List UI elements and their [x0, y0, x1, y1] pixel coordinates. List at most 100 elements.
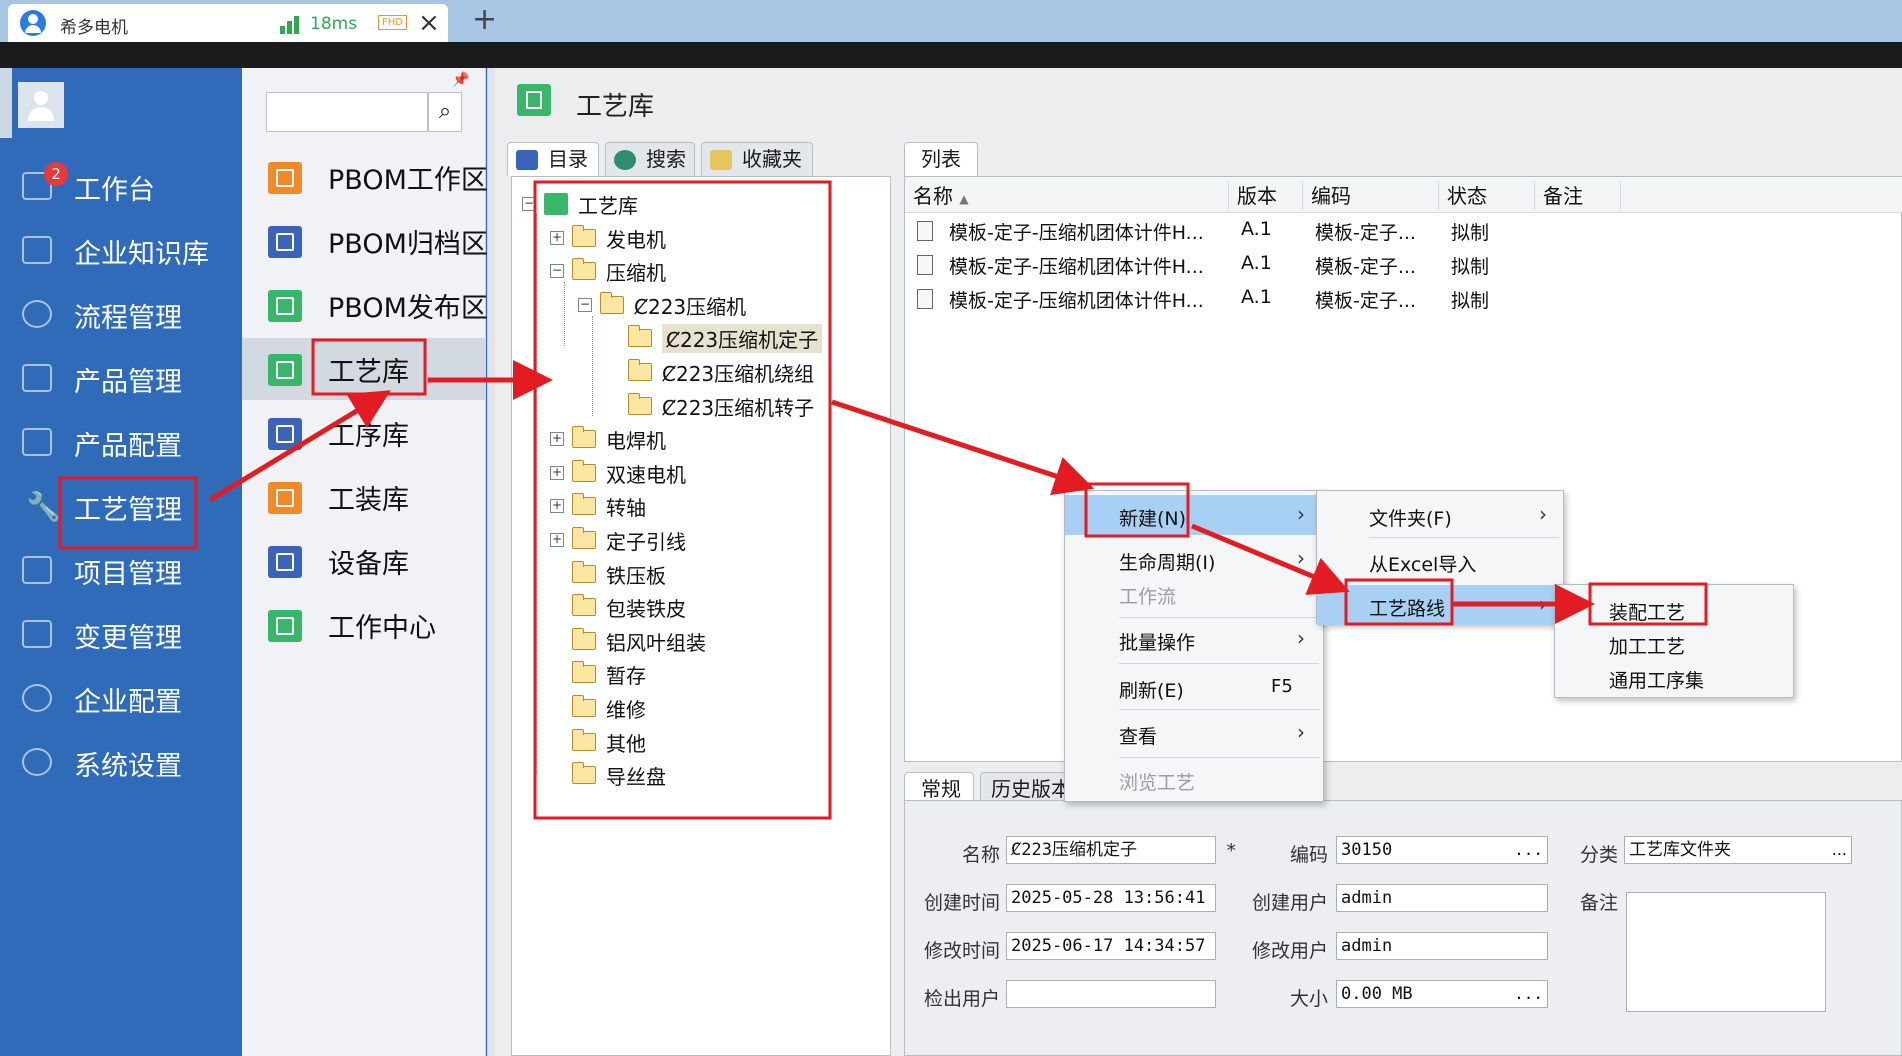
nav-item-change[interactable]: 变更管理 — [0, 604, 242, 662]
tree-node-label: 双速电机 — [606, 462, 686, 487]
cell-code: 模板-定子... — [1315, 256, 1416, 278]
tab-search[interactable]: 搜索 — [605, 142, 695, 176]
pin-icon[interactable]: 📌 — [452, 72, 469, 88]
tab-catalog[interactable]: 目录 — [507, 142, 599, 176]
cell-name: 模板-定子-压缩机团体计件H... — [949, 256, 1204, 278]
category-field[interactable]: 工艺库文件夹... — [1624, 836, 1852, 864]
folder-icon — [572, 627, 596, 650]
menu-item-view[interactable]: 查看 › — [1065, 713, 1323, 753]
sub-nav-equipment-library[interactable]: 设备库 — [242, 530, 486, 592]
col-header-name[interactable]: 名称 ▲ — [905, 181, 1229, 211]
sub-nav-process-library[interactable]: 工艺库 — [242, 338, 486, 400]
sub-nav-operation-library[interactable]: 工序库 — [242, 402, 486, 464]
cell-status: 拟制 — [1451, 222, 1490, 244]
browser-tab[interactable]: 希多电机 18ms FHD × — [8, 4, 448, 42]
folder-icon — [572, 594, 596, 617]
folder-icon — [572, 695, 596, 717]
menu-item-import-excel[interactable]: 从Excel导入 — [1317, 541, 1563, 581]
expander-icon[interactable]: + — [550, 230, 564, 245]
table-row[interactable]: 模板-定子-压缩机团体计件H... A.1 模板-定子... 拟制 — [905, 213, 1902, 247]
tab-favorites[interactable]: 收藏夹 — [701, 142, 813, 176]
name-field[interactable]: Ȼ223压缩机定子 — [1006, 836, 1216, 864]
splitter[interactable] — [487, 68, 495, 1056]
folder-icon — [600, 291, 624, 314]
menu-item-process-route[interactable]: 工艺路线 › — [1317, 585, 1563, 625]
sub-nav-pbom-archive[interactable]: PBOM归档区 — [242, 210, 488, 272]
nav-item-project[interactable]: 项目管理 — [0, 540, 242, 598]
folder-icon — [572, 560, 596, 583]
tree-node-label: 暂存 — [606, 664, 646, 689]
tree-connector — [536, 214, 537, 774]
expander-icon[interactable]: + — [550, 499, 564, 514]
tree-node-label: 转轴 — [606, 496, 646, 521]
nav-label: 企业知识库 — [74, 239, 209, 270]
sub-nav-label: 设备库 — [328, 549, 409, 580]
menu-item-common-operations[interactable]: 通用工序集 — [1555, 657, 1793, 697]
browse-button[interactable]: ... — [1832, 837, 1847, 863]
modified-time-field[interactable]: 2025-06-17 14:34:57 — [1006, 932, 1216, 960]
home-icon — [268, 610, 302, 642]
expander-icon[interactable]: + — [550, 465, 564, 480]
nav-item-workflow[interactable]: 流程管理 — [0, 284, 242, 342]
col-header-version[interactable]: 版本 — [1229, 181, 1303, 211]
screenshot: 希多电机 18ms FHD × + 2 工作台 企业知识库 流程管理 产品管理 … — [0, 0, 1902, 1056]
cell-name: 模板-定子-压缩机团体计件H... — [949, 222, 1204, 244]
nav-item-enterprise-config[interactable]: 企业配置 — [0, 668, 242, 726]
expander-icon[interactable]: + — [550, 533, 564, 547]
sub-nav-work-center[interactable]: 工作中心 — [242, 594, 486, 656]
browse-button[interactable]: ... — [1514, 837, 1543, 863]
table-row[interactable]: 模板-定子-压缩机团体计件H... A.1 模板-定子... 拟制 — [905, 247, 1902, 281]
col-header-code[interactable]: 编码 — [1303, 181, 1439, 211]
nav-item-product[interactable]: 产品管理 — [0, 348, 242, 406]
new-tab-icon[interactable]: + — [472, 2, 497, 37]
nav-item-system[interactable]: 系统设置 — [0, 732, 242, 790]
cell-status: 拟制 — [1451, 290, 1490, 312]
table-row[interactable]: 模板-定子-压缩机团体计件H... A.1 模板-定子... 拟制 — [905, 281, 1902, 315]
nav-item-knowledge[interactable]: 企业知识库 — [0, 220, 242, 278]
code-field[interactable]: 30150... — [1336, 836, 1548, 864]
cell-code: 模板-定子... — [1315, 290, 1416, 312]
col-header-remark[interactable]: 备注 — [1535, 181, 1621, 211]
sub-nav-pbom-release[interactable]: PBOM发布区 — [242, 274, 488, 336]
wrench-icon: 🔧 — [26, 490, 61, 523]
folder-icon — [572, 661, 596, 684]
expander-icon[interactable]: − — [522, 197, 536, 211]
nav-scrollbar[interactable] — [0, 68, 12, 138]
menu-item-new[interactable]: 新建(N) › — [1065, 495, 1323, 535]
publish-icon — [268, 290, 302, 322]
size-field[interactable]: 0.00 MB... — [1336, 980, 1548, 1008]
created-time-field[interactable]: 2025-05-28 13:56:41 — [1006, 884, 1216, 912]
tab-list[interactable]: 列表 — [904, 142, 978, 176]
created-user-field[interactable]: admin — [1336, 884, 1548, 912]
tab-label: 收藏夹 — [742, 147, 802, 171]
user-avatar[interactable] — [18, 82, 64, 128]
nav-item-process[interactable]: 🔧 工艺管理 — [0, 476, 242, 534]
search-input[interactable] — [266, 92, 428, 132]
menu-item-folder[interactable]: 文件夹(F) › — [1317, 495, 1563, 535]
toolbox-icon — [268, 482, 302, 514]
tree-node-label: 压缩机 — [606, 261, 666, 286]
sub-nav-pbom-work[interactable]: PBOM工作区 — [242, 146, 488, 208]
latency-text: 18ms — [310, 14, 358, 34]
tree-connector — [592, 316, 593, 416]
expander-icon[interactable]: − — [578, 297, 592, 312]
nav-item-product-config[interactable]: 产品配置 — [0, 412, 242, 470]
tab-label: 列表 — [921, 147, 961, 171]
checkout-user-label: 检出用户 — [923, 988, 1000, 1010]
close-icon[interactable]: × — [418, 8, 440, 38]
browse-button[interactable]: ... — [1514, 981, 1543, 1007]
col-header-status[interactable]: 状态 — [1439, 181, 1535, 211]
menu-item-refresh[interactable]: 刷新(E) F5 — [1065, 667, 1323, 707]
nav-item-workbench[interactable]: 2 工作台 — [0, 156, 242, 214]
menu-separator — [1119, 709, 1319, 710]
equipment-icon — [268, 546, 302, 578]
search-button[interactable]: ⌕ — [428, 92, 462, 132]
flow-icon — [22, 300, 52, 328]
remark-field[interactable] — [1626, 892, 1826, 1012]
sub-nav-tooling-library[interactable]: 工装库 — [242, 466, 486, 528]
menu-item-batch[interactable]: 批量操作 › — [1065, 619, 1323, 659]
expander-icon[interactable]: + — [550, 432, 564, 447]
expander-icon[interactable]: − — [550, 264, 564, 279]
modified-user-field[interactable]: admin — [1336, 932, 1548, 960]
checkout-user-field[interactable] — [1006, 980, 1216, 1008]
